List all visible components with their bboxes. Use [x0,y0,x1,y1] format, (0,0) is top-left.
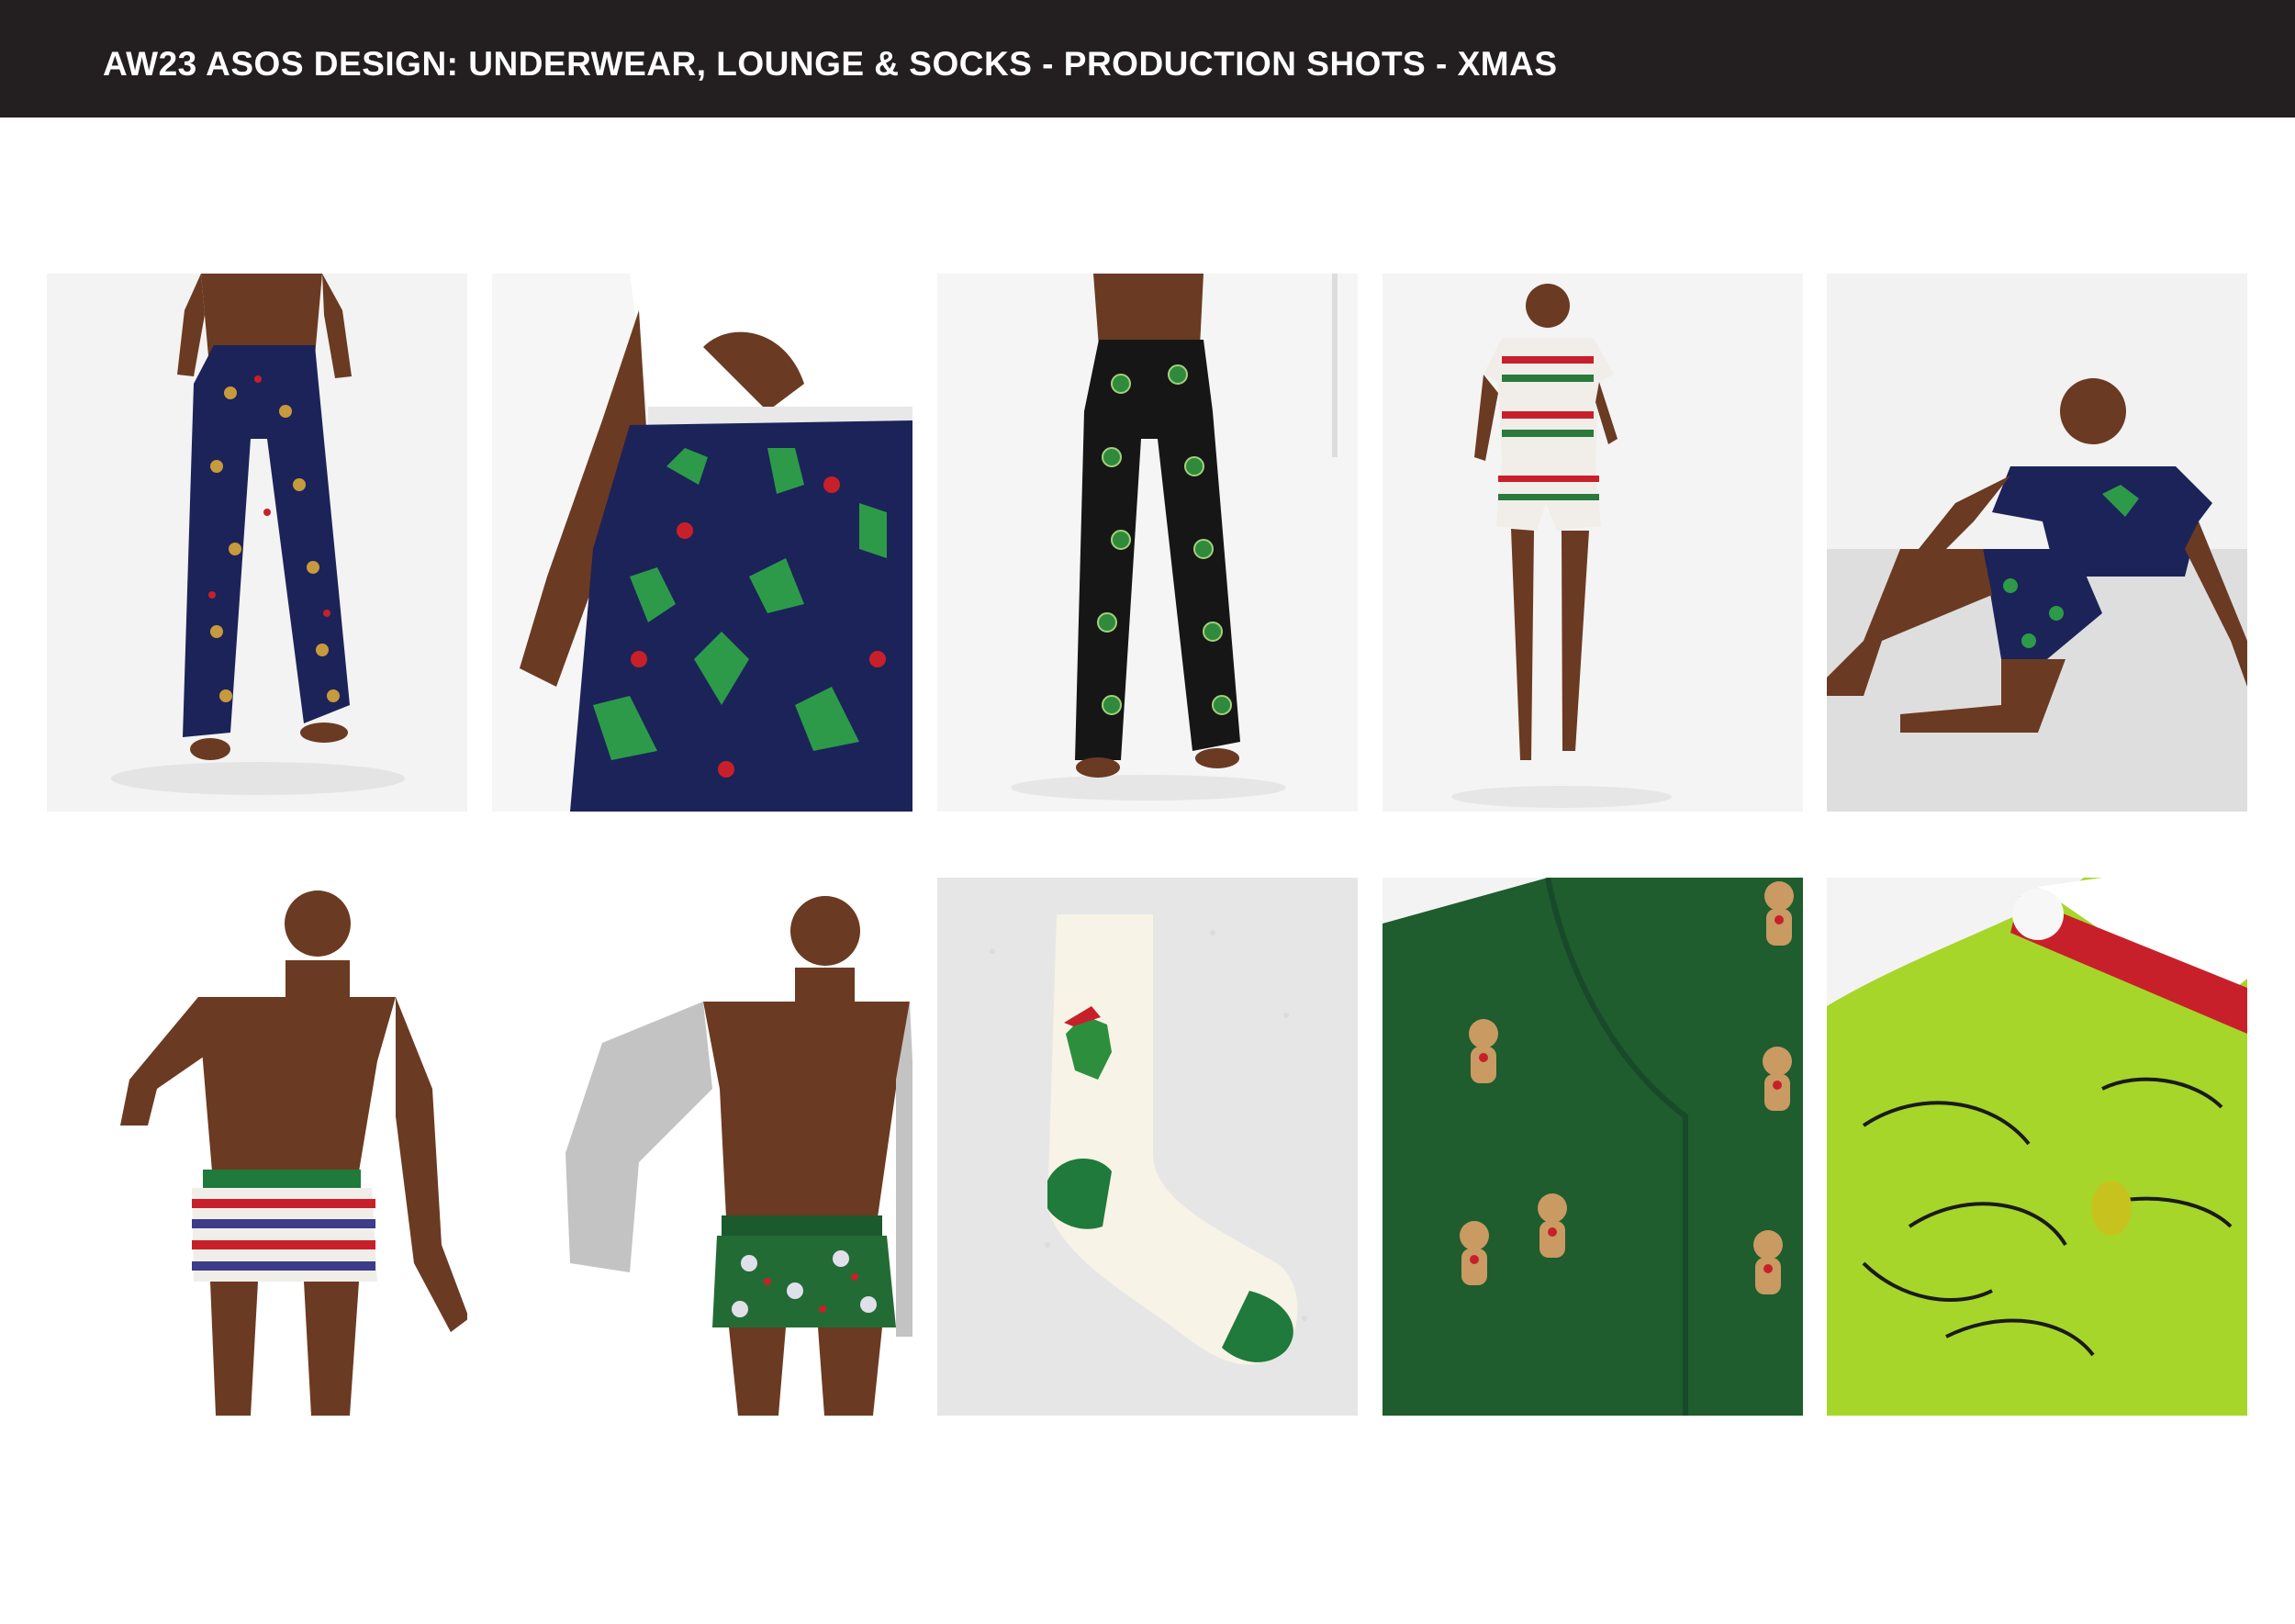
product-photo-green-print-trunks [492,878,912,1416]
product-photo-green-gingerbread-socks-closeup [1383,878,1803,1416]
product-photo-navy-dino-lounge-pants-closeup [492,274,912,812]
product-photo-black-sprout-lounge-pants [937,274,1358,812]
product-photo-navy-tee-and-dino-shorts-set [1827,274,2247,812]
product-photo-white-dino-sock [937,878,1358,1416]
product-photo-fairisle-trunks [47,878,467,1416]
header-bar: AW23 ASOS DESIGN: UNDERWEAR, LOUNGE & SO… [0,0,2295,118]
product-photo-navy-reindeer-lounge-pants [47,274,467,812]
product-photo-fairisle-tee-and-shorts-set [1383,274,1803,812]
page-title: AW23 ASOS DESIGN: UNDERWEAR, LOUNGE & SO… [103,45,1558,83]
product-photo-lime-grinch-socks-closeup [1827,878,2247,1416]
